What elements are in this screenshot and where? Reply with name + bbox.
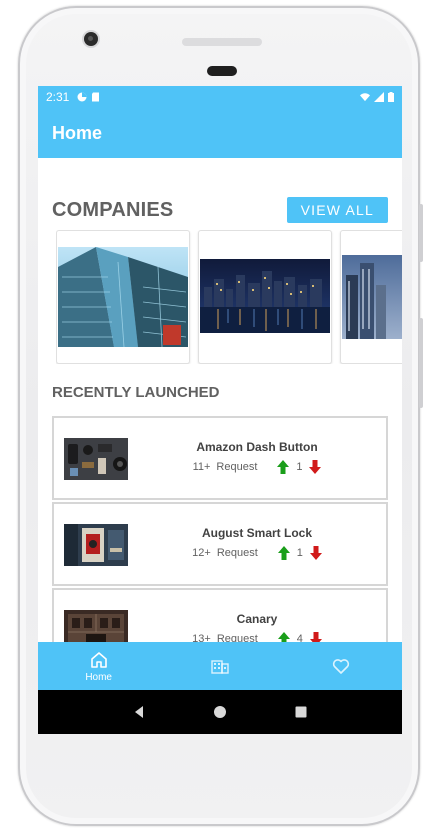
proximity-sensor <box>207 66 237 76</box>
company-card[interactable] <box>198 230 332 364</box>
launch-meta: 11+ Request 1 <box>128 460 386 474</box>
upvote-arrow-icon[interactable] <box>277 546 290 560</box>
launch-card[interactable]: Canary 13+ Request 4 <box>52 588 388 642</box>
upvote-count: 1 <box>296 547 303 559</box>
building-icon <box>211 660 229 674</box>
recently-launched-title: RECENTLY LAUNCHED <box>52 384 220 401</box>
towers-dusk-image <box>342 255 402 339</box>
battery-icon <box>388 92 394 102</box>
company-card[interactable] <box>56 230 190 364</box>
companies-carousel[interactable] <box>56 230 402 364</box>
request-count: 11+ <box>192 461 211 473</box>
home-icon <box>90 651 107 668</box>
request-label: Request <box>216 461 258 473</box>
nav-home-label: Home <box>85 671 112 683</box>
recents-square-icon[interactable] <box>294 705 308 719</box>
power-button <box>419 204 423 262</box>
smart-lock-door-thumb <box>64 524 128 566</box>
signal-icon <box>374 92 384 102</box>
nav-favorites[interactable] <box>281 642 402 690</box>
request-count: 12+ <box>192 547 211 559</box>
system-navigation-bar <box>38 690 402 734</box>
speaker-grille <box>182 38 262 46</box>
status-time: 2:31 <box>46 90 70 104</box>
downvote-arrow-icon[interactable] <box>309 546 322 560</box>
wifi-icon <box>360 93 370 102</box>
page-title: Home <box>52 122 103 143</box>
request-label: Request <box>216 547 258 559</box>
launch-name: Amazon Dash Button <box>196 440 318 454</box>
sd-card-icon <box>92 92 100 102</box>
scroll-content[interactable]: COMPANIES VIEW ALL RECENTLY LAUNCHED Ama… <box>38 158 402 642</box>
gadgets-flatlay-thumb <box>64 438 128 480</box>
company-card[interactable] <box>340 230 402 364</box>
launch-meta: 12+ Request 1 <box>128 546 386 560</box>
pie-chart-icon <box>77 92 87 102</box>
bottom-navigation: Home <box>38 642 402 690</box>
view-all-button[interactable]: VIEW ALL <box>286 197 388 223</box>
launch-card[interactable]: August Smart Lock 12+ Request 1 <box>52 502 388 586</box>
upvote-count: 4 <box>296 633 303 642</box>
building-facade-thumb <box>64 610 128 642</box>
nav-companies[interactable] <box>159 642 280 690</box>
companies-title: COMPANIES <box>52 198 174 221</box>
status-bar: 2:31 <box>38 86 402 108</box>
glass-skyscraper-image <box>58 247 188 347</box>
request-label: Request <box>216 633 258 642</box>
front-camera <box>84 32 98 46</box>
launch-name: Canary <box>236 612 278 626</box>
downvote-arrow-icon[interactable] <box>309 460 322 474</box>
app-screen: 2:31 Home COMPANIES VIEW ALL RECENTLY LA… <box>38 86 402 734</box>
upvote-arrow-icon[interactable] <box>277 460 290 474</box>
launch-name: August Smart Lock <box>201 526 312 540</box>
upvote-arrow-icon[interactable] <box>277 632 290 642</box>
request-count: 13+ <box>192 633 211 642</box>
companies-header: COMPANIES VIEW ALL <box>52 196 388 224</box>
home-circle-icon[interactable] <box>213 705 227 719</box>
nav-home[interactable]: Home <box>38 642 159 690</box>
launch-card[interactable]: Amazon Dash Button 11+ Request 1 <box>52 416 388 500</box>
heart-icon <box>333 659 350 674</box>
volume-button <box>419 318 423 408</box>
launch-meta: 13+ Request 4 <box>128 632 386 642</box>
back-icon[interactable] <box>132 705 146 719</box>
app-bar: Home <box>38 108 402 158</box>
upvote-count: 1 <box>296 461 303 473</box>
city-skyline-night-image <box>200 259 330 333</box>
downvote-arrow-icon[interactable] <box>309 632 322 642</box>
